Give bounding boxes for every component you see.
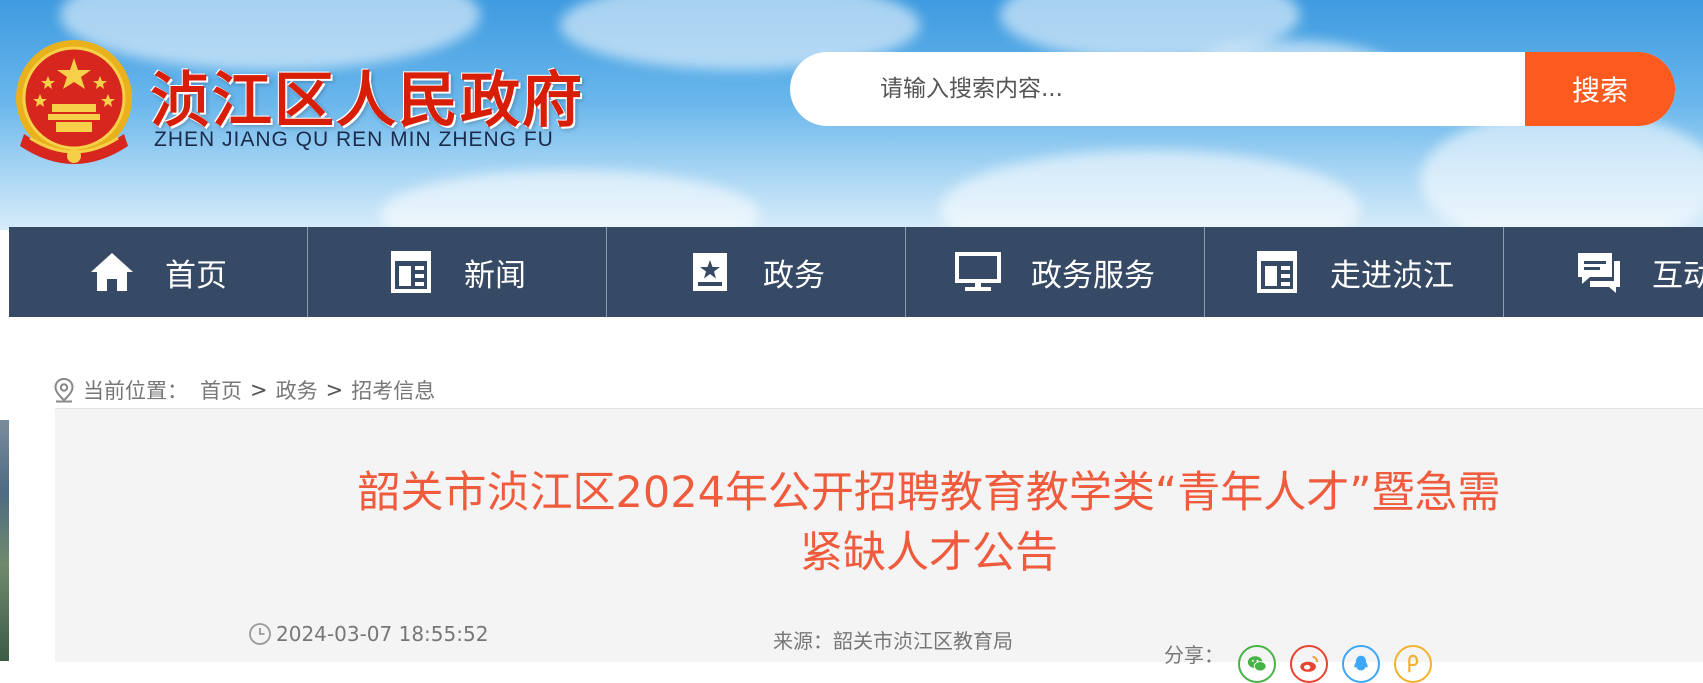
article-title: 韶关市浈江区2024年公开招聘教育教学类“青年人才”暨急需 紧缺人才公告 — [325, 463, 1533, 583]
breadcrumb-prefix: 当前位置： — [83, 379, 188, 403]
wechat-icon[interactable] — [1238, 645, 1276, 683]
nav-item-label: 政务 — [763, 257, 825, 294]
search-input[interactable] — [790, 52, 1525, 126]
article-datetime-text: 2024-03-07 18:55:52 — [276, 622, 489, 646]
nav-item-government-affairs[interactable]: 政务 — [607, 227, 906, 317]
search-box: 搜索 — [790, 52, 1675, 126]
article-title-line: 韶关市浈江区2024年公开招聘教育教学类“青年人才”暨急需 — [357, 468, 1501, 518]
breadcrumb-link-government[interactable]: 政务 — [276, 375, 318, 405]
qq-icon[interactable] — [1342, 645, 1380, 683]
breadcrumb-link-home[interactable]: 首页 — [200, 375, 242, 405]
nav-item-label: 走进浈江 — [1330, 257, 1454, 294]
nav-item-news[interactable]: 新闻 — [308, 227, 607, 317]
background-photo-strip — [0, 420, 9, 661]
qzone-icon[interactable] — [1394, 645, 1432, 683]
weibo-icon[interactable] — [1290, 645, 1328, 683]
building-icon — [1257, 251, 1297, 293]
article-title-line: 紧缺人才公告 — [800, 528, 1058, 578]
header-cloud — [380, 170, 760, 230]
site-subtitle: ZHEN JIANG QU REN MIN ZHENG FU — [154, 128, 554, 151]
nav-item-label: 首页 — [165, 257, 227, 294]
breadcrumb-separator: > — [250, 378, 268, 402]
news-icon — [391, 251, 431, 293]
clock-icon — [249, 623, 271, 645]
nav-item-label: 互动 — [1652, 257, 1703, 294]
main-nav: 首页 新闻 政务 政务服务 走进浈江 互动 — [9, 227, 1703, 317]
article-datetime: 2024-03-07 18:55:52 — [248, 622, 488, 646]
header-cloud — [940, 150, 1360, 230]
nav-item-about-zhenjiang[interactable]: 走进浈江 — [1205, 227, 1504, 317]
home-icon — [91, 253, 133, 291]
share-bar: 分享： — [1164, 623, 1432, 683]
article-panel: 韶关市浈江区2024年公开招聘教育教学类“青年人才”暨急需 紧缺人才公告 202… — [55, 408, 1703, 683]
nav-item-label: 新闻 — [464, 257, 526, 294]
breadcrumb-link-recruitment[interactable]: 招考信息 — [351, 375, 435, 405]
header-cloud — [1420, 110, 1703, 230]
location-pin-icon — [54, 377, 74, 403]
nav-item-label: 政务服务 — [1031, 257, 1155, 294]
site-header: 浈江区人民政府 ZHEN JIANG QU REN MIN ZHENG FU 搜… — [0, 0, 1703, 230]
article-source: 来源：韶关市浈江区教育局 — [773, 629, 1013, 653]
government-affairs-icon — [693, 253, 727, 291]
chat-icon — [1578, 253, 1620, 293]
share-label: 分享： — [1164, 642, 1224, 667]
monitor-icon — [955, 252, 1001, 291]
nav-item-government-services[interactable]: 政务服务 — [906, 227, 1205, 317]
search-button[interactable]: 搜索 — [1525, 52, 1675, 126]
site-title: 浈江区人民政府 — [150, 66, 584, 136]
national-emblem-icon — [16, 40, 132, 164]
breadcrumb-separator: > — [325, 378, 344, 402]
nav-item-interaction[interactable]: 互动 — [1504, 227, 1703, 317]
nav-item-home[interactable]: 首页 — [9, 227, 308, 317]
breadcrumb: 当前位置： 首页 > 政务 > 招考信息 — [53, 375, 435, 405]
